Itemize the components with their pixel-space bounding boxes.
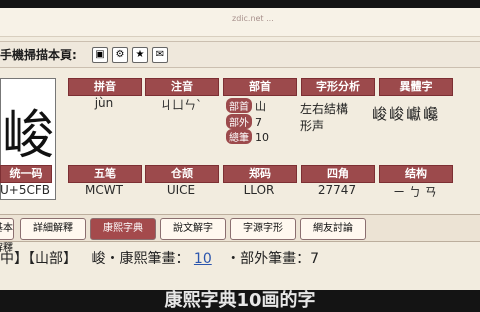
video-subtitle: 康熙字典10画的字 <box>164 290 316 311</box>
structure-info: 左右結構 形声 <box>300 100 360 134</box>
unicode-cell: 统一码 U+5CFB <box>0 165 52 210</box>
kangxi-stroke-link[interactable]: 10 <box>194 251 212 267</box>
fourcorner-value: 27747 <box>317 183 357 197</box>
total-stroke-tag: 總筆 <box>226 129 252 144</box>
page-frame: zdic.net ... 手機掃描本頁: ▣ ⚙ ★ ✉ 峻 拼音 jùn 注音… <box>0 8 480 290</box>
tab-shuowen[interactable]: 說文解字 <box>160 218 226 240</box>
character-glyph: 峻 <box>1 106 54 166</box>
content-tabs: 基本解釋 詳細解釋 康熙字典 說文解字 字源字形 網友討論 <box>0 214 480 254</box>
zhuyin-value: ㄐㄩㄣˋ <box>159 98 202 112</box>
variant-header: 異體字 <box>379 78 453 96</box>
extra-stroke-tag: 部外 <box>226 114 252 129</box>
qr-icon[interactable]: ▣ <box>92 47 108 63</box>
wubi-cell: 五笔 MCWT <box>68 165 142 210</box>
zhuyin-cell: 注音 ㄐㄩㄣˋ <box>145 78 219 123</box>
tab-discussion[interactable]: 網友討論 <box>300 218 366 240</box>
star-icon[interactable]: ★ <box>132 47 148 63</box>
stroke-detail: 形声 <box>300 119 325 133</box>
fourcorner-cell: 四角 27747 <box>301 165 375 210</box>
zhengma-cell: 郑码 LLOR <box>223 165 297 210</box>
fourcorner-header: 四角 <box>301 165 375 183</box>
zhuyin-header: 注音 <box>145 78 219 96</box>
mail-icon[interactable]: ✉ <box>152 47 168 63</box>
radical-value: 山 <box>255 100 266 113</box>
radical-details: 部首山 部外 7 總筆 10 <box>226 98 269 144</box>
tab-shuowen-label: 說文解字 <box>173 223 213 234</box>
tab-etymology-label: 字源字形 <box>243 223 283 234</box>
tab-kangxi-label: 康熙字典 <box>103 223 143 234</box>
lookup-prefix: 中】【山部】 <box>0 251 77 267</box>
cangjie-header: 仓颉 <box>145 165 219 183</box>
tab-basic[interactable]: 基本解釋 <box>0 218 14 254</box>
cangjie-cell: 仓颉 UICE <box>145 165 219 210</box>
top-banner: zdic.net ... <box>0 8 480 37</box>
pinyin-cell: 拼音 jùn <box>68 78 142 123</box>
gear-icon[interactable]: ⚙ <box>112 47 128 63</box>
unicode-value: U+5CFB <box>0 183 50 197</box>
kangxi-lookup: 中】【山部】 峻・康熙筆畫： 10 ・部外筆畫：7 <box>0 248 480 278</box>
tab-discussion-label: 網友討論 <box>313 223 353 234</box>
pinyin-value: jùn <box>94 96 114 110</box>
character-info: 峻 拼音 jùn 注音 ㄐㄩㄣˋ 部首 部首山 部外 7 總筆 10 字形分析 左右… <box>0 68 480 210</box>
tab-detailed[interactable]: 詳細解釋 <box>20 218 86 240</box>
stroke-order-header: 结构 <box>379 165 453 183</box>
tab-kangxi[interactable]: 康熙字典 <box>90 218 156 240</box>
radical-tag: 部首 <box>226 98 252 113</box>
zhengma-value: LLOR <box>243 183 275 197</box>
tab-etymology[interactable]: 字源字形 <box>230 218 296 240</box>
cangjie-value: UICE <box>166 183 196 197</box>
zhengma-header: 郑码 <box>223 165 297 183</box>
structure-text: 左右結構 <box>300 102 349 116</box>
stroke-order-value: ㄧ ㄅ ㄢ <box>393 185 437 199</box>
lookup-mid: 峻・康熙筆畫： <box>91 251 190 267</box>
radical-header: 部首 <box>223 78 297 96</box>
pinyin-header: 拼音 <box>68 78 142 96</box>
stroke-order-cell: 结构 ㄧ ㄅ ㄢ <box>379 165 453 210</box>
extra-stroke-value: 7 <box>255 116 262 129</box>
unicode-header: 统一码 <box>0 165 52 183</box>
banner-text: zdic.net ... <box>232 14 274 23</box>
share-title: 手機掃描本頁: <box>0 48 77 62</box>
variant-characters: 峻峻巘巉 <box>372 105 441 123</box>
tab-detailed-label: 詳細解釋 <box>33 223 73 234</box>
lookup-suffix: ・部外筆畫：7 <box>226 251 320 267</box>
wubi-header: 五笔 <box>68 165 142 183</box>
structure-header: 字形分析 <box>301 78 375 96</box>
total-stroke-value: 10 <box>255 131 269 144</box>
wubi-value: MCWT <box>85 183 123 197</box>
share-toolbar: 手機掃描本頁: ▣ ⚙ ★ ✉ <box>0 41 480 68</box>
